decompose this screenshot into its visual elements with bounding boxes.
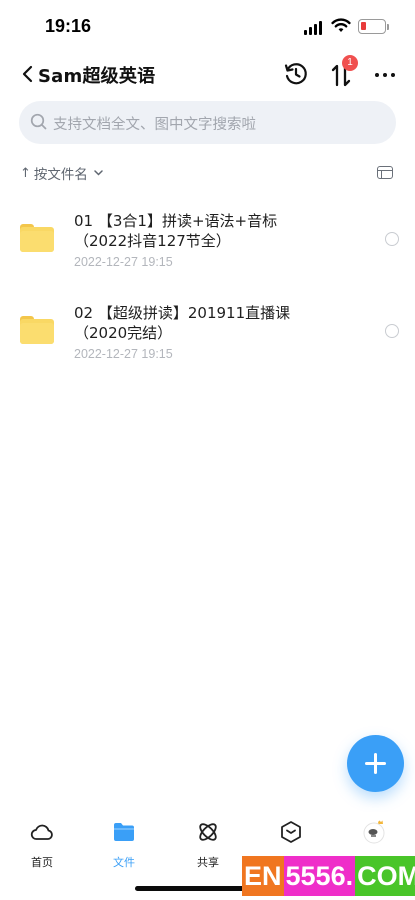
chevron-down-icon: [94, 170, 103, 176]
wifi-icon: [331, 18, 351, 32]
file-name: 01 【3合1】拼读+语法+音标 （2022抖音127节全）: [74, 211, 324, 251]
avatar-icon: [363, 820, 385, 844]
tab-share-label: 共享: [197, 856, 219, 869]
nav-bar: Sam超级英语 1: [0, 52, 415, 96]
search-input[interactable]: 支持文档全文、图中文字搜索啦: [19, 101, 396, 144]
search-icon: [30, 113, 47, 130]
select-radio[interactable]: [385, 324, 399, 338]
list-item[interactable]: 02 【超级拼读】201911直播课 （2020完结） 2022-12-27 1…: [0, 292, 415, 376]
sort-label: 按文件名: [33, 167, 88, 183]
folder-icon: [20, 224, 54, 252]
discover-cube-icon: [281, 821, 301, 843]
watermark-part-3: COM: [355, 856, 415, 896]
file-date: 2022-12-27 19:15: [74, 255, 173, 269]
tab-share[interactable]: 共享: [178, 820, 238, 870]
file-name-line-2: （2020完结）: [74, 324, 173, 342]
tab-home-label: 首页: [31, 856, 53, 869]
search-placeholder: 支持文档全文、图中文字搜索啦: [53, 117, 256, 133]
more-options-icon[interactable]: [372, 64, 398, 84]
battery-cap: [387, 24, 389, 30]
status-time: 19:16: [45, 16, 92, 36]
transfer-badge: 1: [342, 55, 358, 71]
list-item[interactable]: 01 【3合1】拼读+语法+音标 （2022抖音127节全） 2022-12-2…: [0, 200, 415, 284]
file-name-line-1: 01 【3合1】拼读+语法+音标: [74, 212, 278, 230]
history-icon[interactable]: [283, 61, 309, 87]
watermark-part-1: EN: [242, 856, 284, 896]
cloud-icon: [30, 824, 53, 840]
file-name: 02 【超级拼读】201911直播课 （2020完结）: [74, 303, 324, 343]
add-button[interactable]: [347, 735, 404, 792]
sort-arrow-icon: ↑: [20, 165, 31, 181]
back-chevron-icon[interactable]: [20, 62, 36, 86]
file-name-line-2: （2022抖音127节全）: [74, 232, 231, 250]
watermark-part-2: 5556.: [283, 856, 356, 896]
sort-selector[interactable]: ↑ 按文件名: [20, 162, 103, 184]
battery-icon: [358, 19, 386, 34]
status-bar: 19:16: [0, 0, 415, 52]
select-radio[interactable]: [385, 232, 399, 246]
folder-icon: [20, 316, 54, 344]
tab-home[interactable]: 首页: [12, 820, 72, 870]
share-atom-icon: [199, 823, 217, 841]
tab-files-label: 文件: [113, 856, 135, 869]
tab-files[interactable]: 文件: [94, 820, 154, 870]
folder-icon: [114, 823, 134, 841]
file-date: 2022-12-27 19:15: [74, 347, 173, 361]
cellular-signal-icon: [304, 21, 324, 35]
watermark-logo: EN 5556. COM: [242, 856, 415, 896]
file-name-line-1: 02 【超级拼读】201911直播课: [74, 304, 291, 322]
view-mode-toggle-icon[interactable]: [377, 166, 393, 179]
page-title: Sam超级英语: [38, 66, 156, 87]
